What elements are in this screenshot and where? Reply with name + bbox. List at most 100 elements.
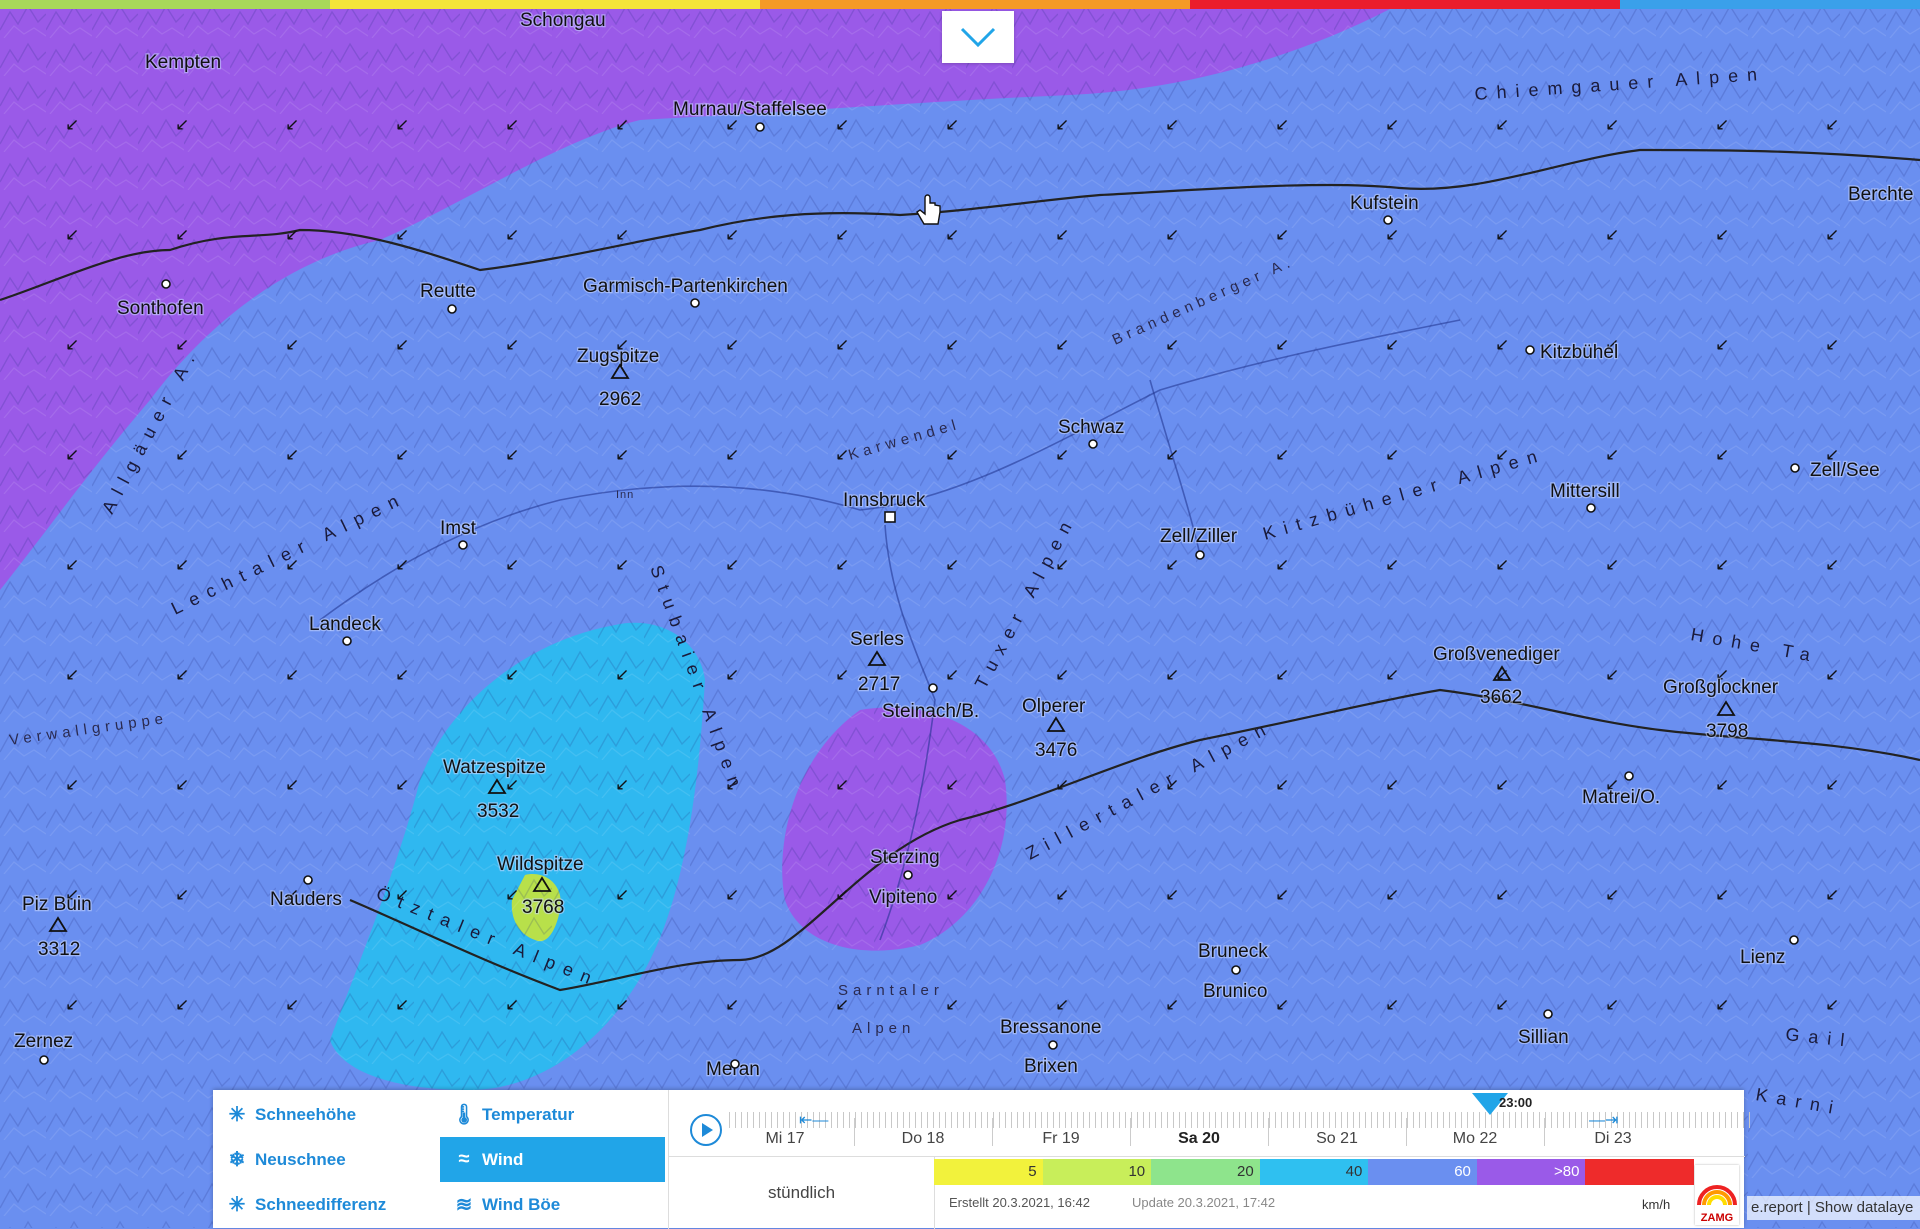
town-dot-icon [458, 540, 468, 550]
wind-arrow-icon: ↙ [1385, 115, 1399, 135]
scroll-left-arrow-icon[interactable]: ⇤— [799, 1110, 828, 1130]
place-label: Zugspitze [577, 346, 659, 367]
town-dot-icon [1383, 215, 1393, 225]
wind-arrow-icon: ↙ [65, 445, 79, 465]
wind-arrow-icon: ↙ [1385, 775, 1399, 795]
wind-arrow-icon: ↙ [175, 665, 189, 685]
town-dot-icon [342, 636, 352, 646]
zamg-logo[interactable]: ZAMG [1695, 1165, 1739, 1225]
scroll-right-arrow-icon[interactable]: —⇥ [1589, 1110, 1618, 1130]
logo-text: ZAMG [1700, 1212, 1734, 1224]
wind-arrow-icon: ↙ [1495, 885, 1509, 905]
layer-wind[interactable]: ≈ Wind [440, 1137, 665, 1182]
town-dot-icon [1195, 550, 1205, 560]
town-dot-icon [1088, 439, 1098, 449]
wind-arrow-icon: ↙ [505, 665, 519, 685]
layer-label: Neuschnee [255, 1149, 346, 1169]
layer-temperatur[interactable]: 🌡 Temperatur [440, 1092, 665, 1137]
wind-arrow-icon: ↙ [175, 885, 189, 905]
wind-arrow-icon: ↙ [1055, 225, 1069, 245]
legend-step [1585, 1159, 1695, 1185]
interval-selector[interactable]: stündlich [669, 1157, 935, 1229]
place-label: Olperer [1022, 696, 1086, 717]
place-label: Großglockner [1663, 677, 1779, 698]
town-dot-icon [303, 875, 313, 885]
wind-arrow-icon: ↙ [175, 555, 189, 575]
wind-map[interactable]: ↙ ↙ ↙ ↙ ↙ ↙ ↙ ↙ ↙ ↙ ↙ ↙ ↙ ↙ ↙ ↙ ↙ ↙ ↙ ↙ ↙ ↙ ↙ ↙ ↙ ↙ ↙ ↙ ↙ ↙ ↙ ↙ ↙ ↙ ↙ ↙ ↙ ↙ ↙ ↙… [0, 0, 1920, 1228]
wind-arrow-icon: ↙ [725, 225, 739, 245]
wind-arrow-icon: ↙ [1825, 885, 1839, 905]
place-label: Kufstein [1350, 193, 1419, 214]
layer-label: Schneedifferenz [255, 1194, 387, 1214]
legend-step: 10 [1042, 1159, 1152, 1185]
wind-arrow-icon: ↙ [395, 995, 409, 1015]
timeline-day[interactable]: Mo 22 [1406, 1130, 1544, 1148]
place-label: Brixen [1024, 1056, 1078, 1077]
wind-arrow-icon: ↙ [1275, 225, 1289, 245]
legend-area: stündlich 5 10 20 40 60 >80 Erstellt 20.… [668, 1156, 1745, 1229]
wind-arrow-icon: ↙ [1275, 775, 1289, 795]
wind-arrow-icon: ↙ [505, 775, 519, 795]
timeline-day[interactable]: Fr 19 [992, 1130, 1130, 1148]
timeline-day[interactable]: Do 18 [854, 1130, 992, 1148]
timeline-day-selected[interactable]: Sa 20 [1130, 1130, 1268, 1148]
wind-arrow-icon: ↙ [1605, 555, 1619, 575]
wind-arrow-icon: ↙ [1055, 995, 1069, 1015]
layer-schneehoehe[interactable]: ✳ Schneehöhe [213, 1092, 438, 1137]
wind-arrow-icon: ↙ [945, 665, 959, 685]
wind-arrow-icon: ↙ [1055, 775, 1069, 795]
place-label: Sonthofen [117, 298, 204, 319]
wind-arrow-icon: ↙ [505, 445, 519, 465]
wind-arrow-icon: ↙ [505, 885, 519, 905]
collapse-toggle-button[interactable] [942, 11, 1014, 63]
timeline-slider[interactable]: ⇤— —⇥ 23:00 Mi 17 Do 18 Fr 19 Sa 20 So 2… [668, 1090, 1755, 1156]
wind-arrow-icon: ↙ [835, 335, 849, 355]
wind-arrow-icon: ↙ [615, 115, 629, 135]
wind-arrow-icon: ↙ [395, 775, 409, 795]
layer-schneedifferenz[interactable]: ✳ Schneedifferenz [213, 1182, 438, 1227]
town-dot-icon [1231, 965, 1241, 975]
wind-arrow-icon: ↙ [285, 775, 299, 795]
wind-arrow-icon: ↙ [1825, 775, 1839, 795]
layer-wind-boee[interactable]: ≋ Wind Böe [440, 1182, 665, 1227]
town-dot-icon [755, 122, 765, 132]
timeline-day[interactable]: Di 23 [1544, 1130, 1682, 1148]
place-label: Garmisch-Partenkirchen [583, 276, 788, 297]
place-label: Sterzing [870, 847, 940, 868]
place-label: Steinach/B. [882, 701, 979, 722]
wind-arrow-icon: ↙ [1605, 665, 1619, 685]
wind-arrow-icon: ↙ [285, 445, 299, 465]
place-label: Landeck [309, 614, 381, 635]
range-label: Sarntaler [838, 982, 944, 999]
wind-arrow-icon: ↙ [1495, 225, 1509, 245]
wind-arrow-icon: ↙ [1165, 885, 1179, 905]
terrain-texture [0, 9, 1920, 1228]
wind-arrow-icon: ↙ [725, 995, 739, 1015]
town-dot-icon [928, 683, 938, 693]
wind-arrow-icon: ↙ [1165, 665, 1179, 685]
wind-arrow-icon: ↙ [945, 225, 959, 245]
wind-arrow-icon: ↙ [1165, 555, 1179, 575]
wind-arrow-icon: ↙ [1055, 885, 1069, 905]
timeline-day[interactable]: So 21 [1268, 1130, 1406, 1148]
place-label: Murnau/Staffelsee [673, 99, 827, 120]
timeline-day[interactable]: Mi 17 [716, 1130, 854, 1148]
place-label: Lienz [1740, 947, 1785, 968]
place-label: Brunico [1203, 981, 1267, 1002]
wind-arrow-icon: ↙ [395, 445, 409, 465]
wind-arrow-icon: ↙ [1715, 335, 1729, 355]
wind-arrow-icon: ↙ [505, 335, 519, 355]
layer-neuschnee[interactable]: ❄ Neuschnee [213, 1137, 438, 1182]
layer-label: Schneehöhe [255, 1104, 357, 1124]
wind-arrow-icon: ↙ [1385, 885, 1399, 905]
wind-arrow-icon: ↙ [1275, 445, 1289, 465]
wind-arrow-icon: ↙ [945, 775, 959, 795]
river-label: Inn [616, 489, 634, 501]
attribution-link[interactable]: e.report | Show datalaye [1747, 1196, 1920, 1220]
legend-step-label: 10 [1128, 1163, 1146, 1180]
wind-arrow-icon: ↙ [835, 115, 849, 135]
wind-arrow-icon: ↙ [615, 225, 629, 245]
updated-timestamp: Update 20.3.2021, 17:42 [1132, 1195, 1276, 1210]
wind-arrow-icon: ↙ [615, 665, 629, 685]
layer-selector: ✳ Schneehöhe 🌡 Temperatur ❄ Neuschnee ≈ … [213, 1090, 668, 1228]
